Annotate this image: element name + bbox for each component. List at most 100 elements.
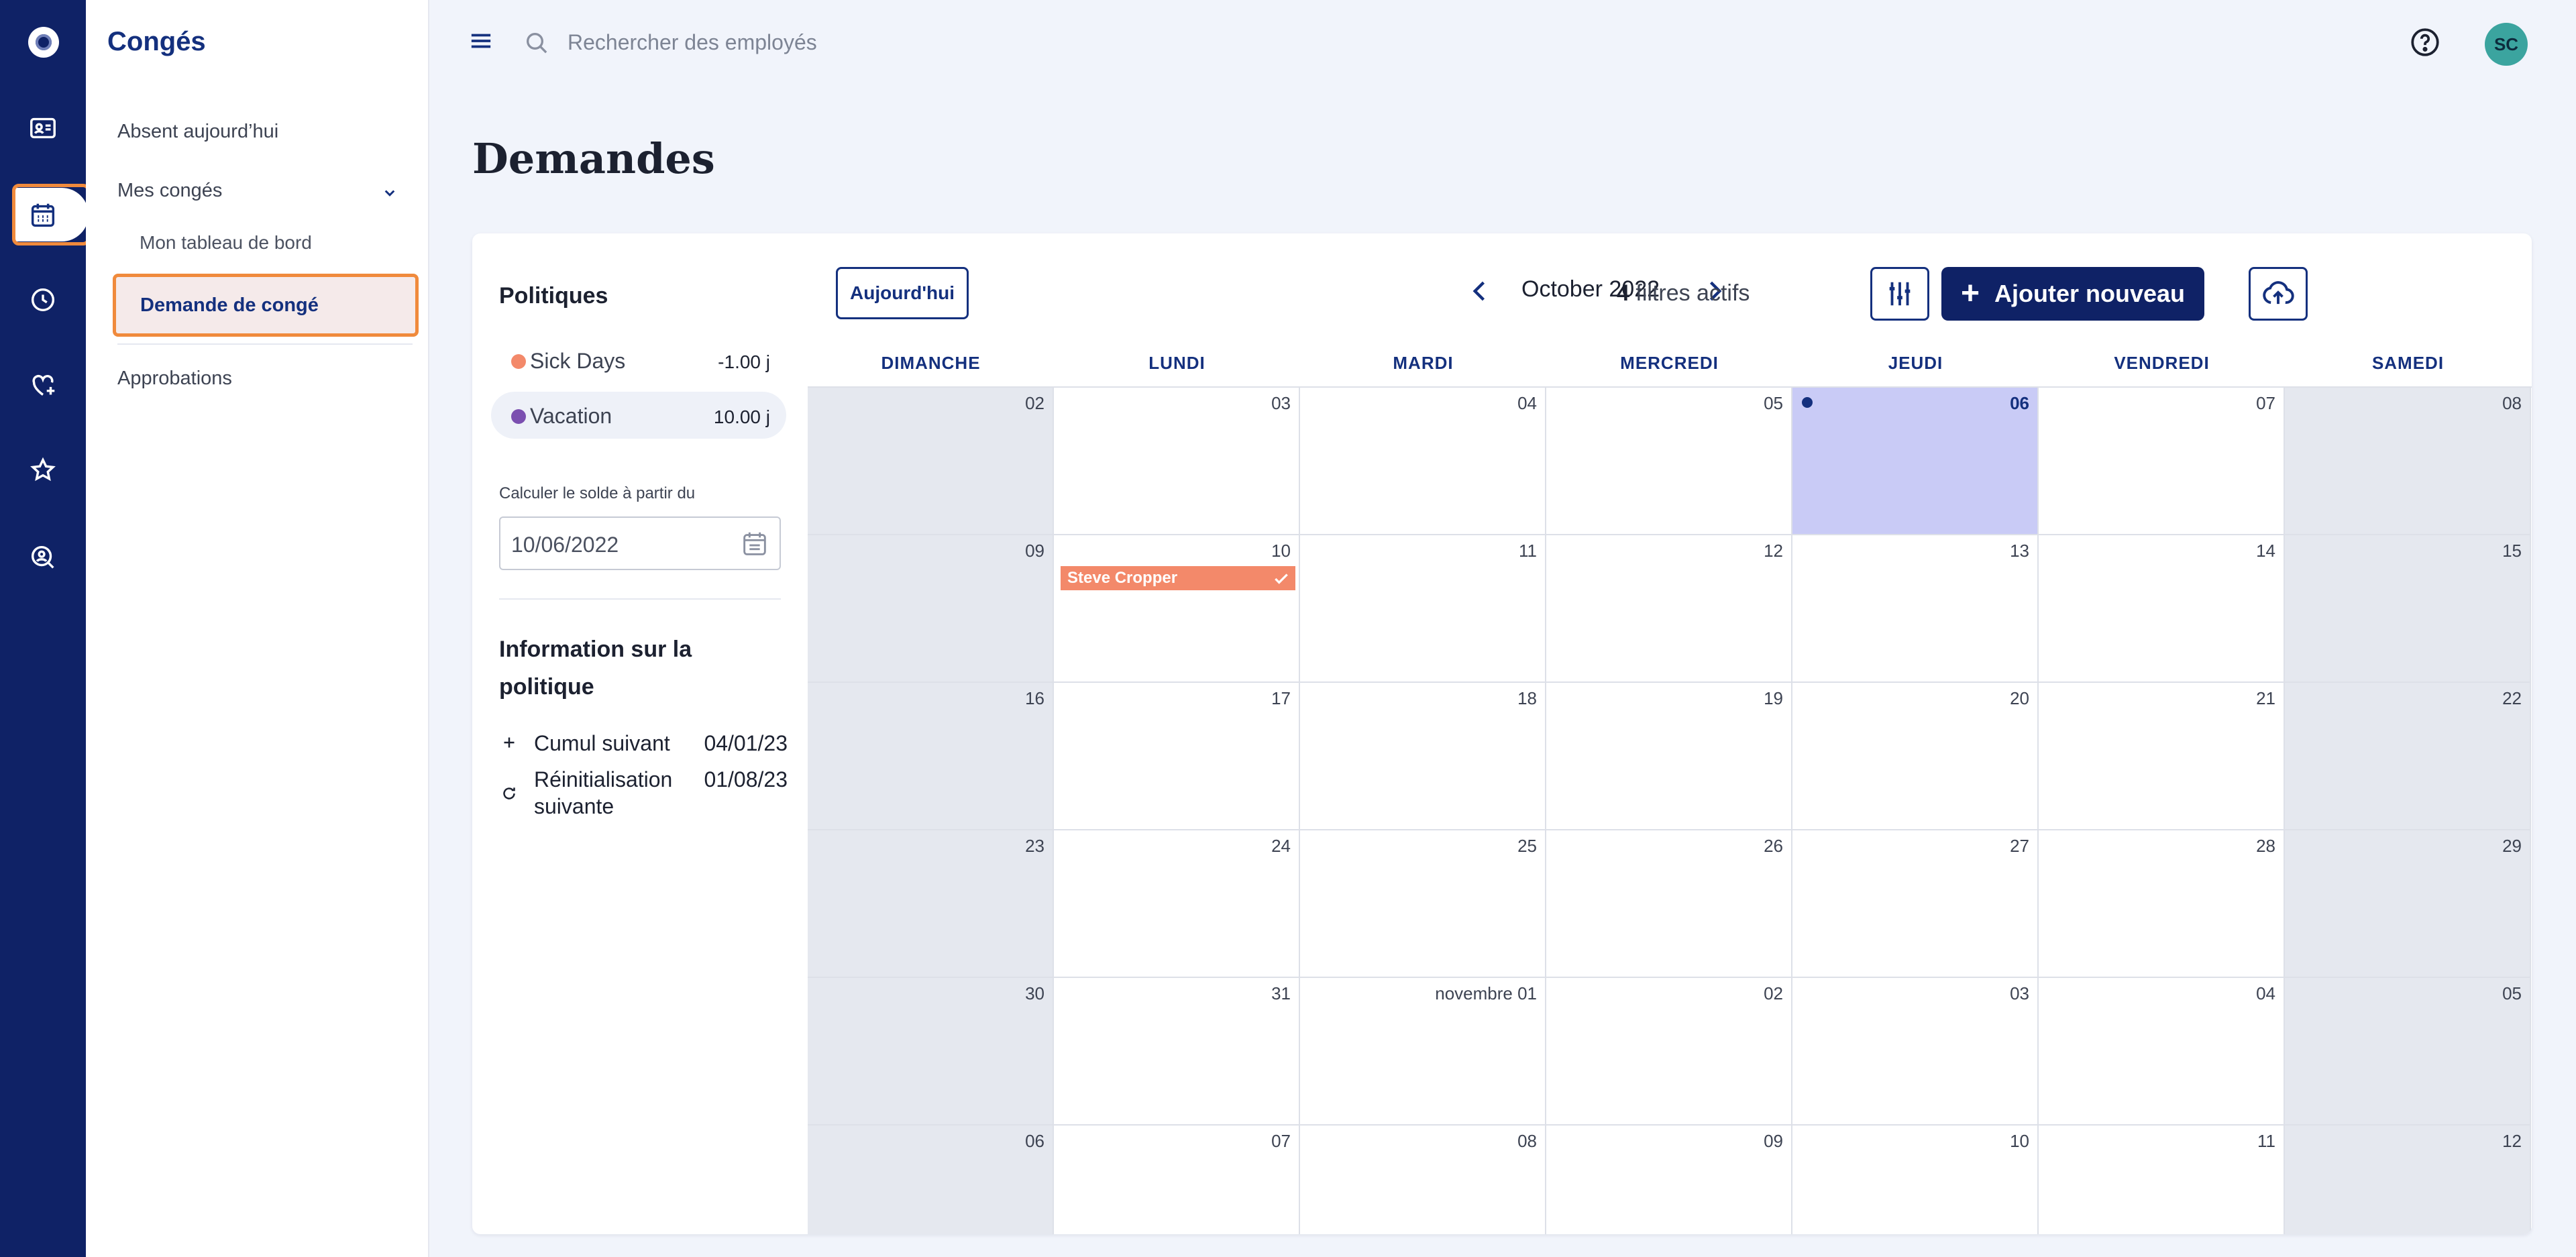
subnav-divider: [117, 343, 413, 345]
day-number: 17: [1271, 688, 1291, 708]
day-number: 18: [1517, 688, 1537, 708]
policy-row[interactable]: Sick Days -1.00 j: [491, 337, 786, 384]
calendar-day[interactable]: 26: [1546, 830, 1792, 978]
add-new-button[interactable]: + Ajouter nouveau: [1941, 267, 2204, 321]
day-number: 12: [2502, 1131, 2522, 1151]
calendar-day[interactable]: 24: [1054, 830, 1300, 978]
day-number: 28: [2256, 836, 2275, 856]
upload-button[interactable]: [2249, 267, 2308, 321]
weekday-label: MERCREDI: [1620, 353, 1719, 373]
calendar-picker-icon[interactable]: [739, 529, 770, 559]
calendar-day[interactable]: 02: [808, 388, 1054, 535]
calendar-day[interactable]: 11: [2039, 1126, 2285, 1234]
calendar-day[interactable]: 10 Steve Cropper: [1054, 535, 1300, 683]
day-number: 08: [1517, 1131, 1537, 1151]
calendar-day[interactable]: 07: [2039, 388, 2285, 535]
calendar-day[interactable]: 05: [2285, 978, 2531, 1126]
nav-my-leaves[interactable]: Mes congés: [117, 180, 222, 202]
calendar-day[interactable]: 28: [2039, 830, 2285, 978]
today-button[interactable]: Aujourd'hui: [836, 267, 969, 319]
day-number: 11: [2257, 1131, 2275, 1151]
calendar-grid: 02 03 04 05 06 07 08 09 10 Steve Cropper 11 12 13 14 1…: [808, 386, 2532, 1234]
policies-heading: Politiques: [499, 283, 608, 309]
nav-my-dashboard[interactable]: Mon tableau de bord: [140, 232, 312, 254]
day-number: 11: [1519, 541, 1537, 561]
active-filters-label: filtres actifs: [1635, 280, 1750, 306]
sliders-icon: [1889, 282, 1911, 306]
heart-plus-icon[interactable]: [0, 356, 86, 416]
calendar-day[interactable]: 19: [1546, 683, 1792, 830]
clock-icon[interactable]: [0, 270, 86, 330]
calendar-day[interactable]: 21: [2039, 683, 2285, 830]
chevron-down-icon[interactable]: [380, 182, 400, 203]
calendar-day[interactable]: 14: [2039, 535, 2285, 683]
filter-button[interactable]: [1870, 267, 1929, 321]
calendar-day[interactable]: 04: [2039, 978, 2285, 1126]
calendar-day[interactable]: 17: [1054, 683, 1300, 830]
calendar-day[interactable]: 10: [1792, 1126, 2039, 1234]
weekday-label: JEUDI: [1888, 353, 1943, 373]
policy-color-dot: [511, 354, 526, 369]
calendar-day[interactable]: 30: [808, 978, 1054, 1126]
day-number: 25: [1517, 836, 1537, 856]
calendar-day[interactable]: 12: [2285, 1126, 2531, 1234]
calendar-day[interactable]: 23: [808, 830, 1054, 978]
employee-search-input[interactable]: [568, 25, 1171, 59]
calendar-day[interactable]: 04: [1300, 388, 1546, 535]
hamburger-menu-icon[interactable]: [470, 31, 492, 51]
day-number: 27: [2010, 836, 2029, 856]
calendar-day[interactable]: 09: [1546, 1126, 1792, 1234]
nav-leave-request[interactable]: Demande de congé: [113, 274, 419, 337]
calendar-day[interactable]: 11: [1300, 535, 1546, 683]
policy-balance: -1.00 j: [718, 351, 770, 372]
day-number: 13: [2010, 541, 2029, 561]
policy-balance: 10.00 j: [713, 406, 770, 427]
day-number: 02: [1764, 983, 1783, 1003]
calendar-day[interactable]: 31: [1054, 978, 1300, 1126]
calendar-day[interactable]: 07: [1054, 1126, 1300, 1234]
calendar-day[interactable]: 22: [2285, 683, 2531, 830]
day-number: 04: [1517, 393, 1537, 413]
calendar-day[interactable]: 27: [1792, 830, 2039, 978]
day-number: 03: [2010, 983, 2029, 1003]
policy-row[interactable]: Vacation 10.00 j: [491, 392, 786, 439]
user-avatar[interactable]: SC: [2485, 23, 2528, 66]
calendar-day[interactable]: 09: [808, 535, 1054, 683]
calendar-day[interactable]: 08: [2285, 388, 2531, 535]
calendar-day[interactable]: 05: [1546, 388, 1792, 535]
person-search-icon[interactable]: [0, 527, 86, 588]
icon-rail: [0, 0, 90, 1257]
weekday-label: MARDI: [1393, 353, 1454, 373]
nav-approvals[interactable]: Approbations: [117, 368, 232, 390]
calendar-day[interactable]: 02: [1546, 978, 1792, 1126]
calendar-day[interactable]: 08: [1300, 1126, 1546, 1234]
id-card-icon[interactable]: [0, 98, 86, 158]
calendar-day[interactable]: 12: [1546, 535, 1792, 683]
calendar-day[interactable]: 18: [1300, 683, 1546, 830]
calendar-day[interactable]: 13: [1792, 535, 2039, 683]
calendar-day[interactable]: 25: [1300, 830, 1546, 978]
active-filters-count: 4: [1617, 280, 1629, 306]
calendar-day[interactable]: 16: [808, 683, 1054, 830]
calendar-day[interactable]: 06: [808, 1126, 1054, 1234]
leave-event[interactable]: Steve Cropper: [1061, 566, 1295, 590]
cloud-upload-icon: [2263, 281, 2294, 305]
day-number: 26: [1764, 836, 1783, 856]
calendar-day[interactable]: 29: [2285, 830, 2531, 978]
nav-absent-today[interactable]: Absent aujourd’hui: [117, 121, 278, 143]
help-icon[interactable]: [2408, 25, 2442, 59]
calendar-icon[interactable]: [0, 185, 86, 245]
calendar-day-today[interactable]: 06: [1792, 388, 2039, 535]
calendar-day[interactable]: 20: [1792, 683, 2039, 830]
logo-icon[interactable]: [28, 27, 59, 58]
calendar-day[interactable]: novembre 01: [1300, 978, 1546, 1126]
calendar-day[interactable]: 03: [1054, 388, 1300, 535]
day-number: 04: [2256, 983, 2275, 1003]
star-badge-icon[interactable]: [0, 440, 86, 500]
calc-date-field[interactable]: 10/06/2022: [499, 516, 781, 570]
calendar-day[interactable]: 03: [1792, 978, 2039, 1126]
prev-month-icon[interactable]: [1465, 272, 1495, 310]
day-number: 06: [2010, 393, 2029, 413]
search-icon: [527, 33, 547, 54]
calendar-day[interactable]: 15: [2285, 535, 2531, 683]
